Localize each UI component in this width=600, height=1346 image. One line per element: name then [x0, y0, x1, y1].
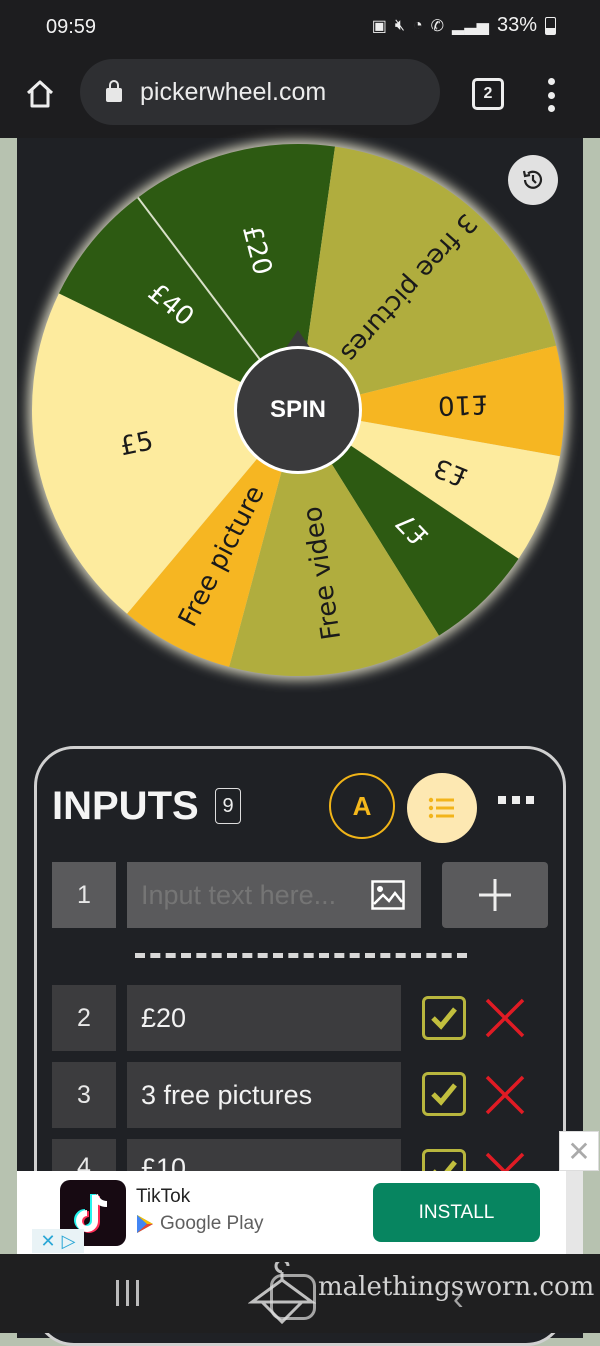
google-play-icon: [137, 1215, 153, 1233]
inputs-title: INPUTS: [52, 784, 199, 828]
new-entry-number: 1: [52, 862, 116, 928]
history-button[interactable]: [508, 155, 558, 205]
text-mode-button[interactable]: A: [329, 773, 395, 839]
history-icon: [522, 170, 543, 189]
list-mode-button[interactable]: [407, 773, 477, 843]
entry-number: 3: [52, 1062, 116, 1128]
spin-button[interactable]: SPIN: [234, 346, 362, 474]
ad-store: Google Play: [136, 1213, 264, 1235]
entry-number: 2: [52, 985, 116, 1051]
wheel-segment-label: £10: [437, 388, 488, 420]
ad-choices-icon[interactable]: ▷: [62, 1231, 76, 1252]
recent-apps-button[interactable]: [116, 1280, 139, 1306]
check-icon: [431, 1007, 457, 1030]
ad-choices-close-icon[interactable]: ✕: [41, 1231, 56, 1252]
entry-input[interactable]: £20: [127, 985, 401, 1051]
entry-input[interactable]: 3 free pictures: [127, 1062, 401, 1128]
check-icon: [431, 1083, 457, 1106]
ad-store-name: Google Play: [160, 1213, 264, 1234]
ad-choices[interactable]: ✕ ▷: [32, 1229, 84, 1253]
inputs-count-badge: 9: [215, 788, 241, 824]
ad-edge: [566, 1171, 583, 1254]
delete-entry-icon[interactable]: [484, 1074, 526, 1116]
hanger-logo-icon: [248, 1262, 316, 1325]
image-upload-icon[interactable]: [371, 880, 405, 910]
install-button[interactable]: INSTALL: [373, 1183, 540, 1242]
entries-divider: [135, 953, 467, 958]
list-icon: [428, 797, 454, 819]
entry-checkbox[interactable]: [422, 1072, 466, 1116]
delete-entry-icon[interactable]: [484, 997, 526, 1039]
ad-app-name: TikTok: [136, 1186, 191, 1207]
plus-icon: [479, 879, 511, 911]
add-entry-button[interactable]: [442, 862, 548, 928]
entry-checkbox[interactable]: [422, 996, 466, 1040]
ad-close-button[interactable]: ✕: [559, 1131, 599, 1171]
watermark-text: malethingsworn.com: [318, 1272, 595, 1302]
more-options-button[interactable]: [498, 796, 534, 804]
